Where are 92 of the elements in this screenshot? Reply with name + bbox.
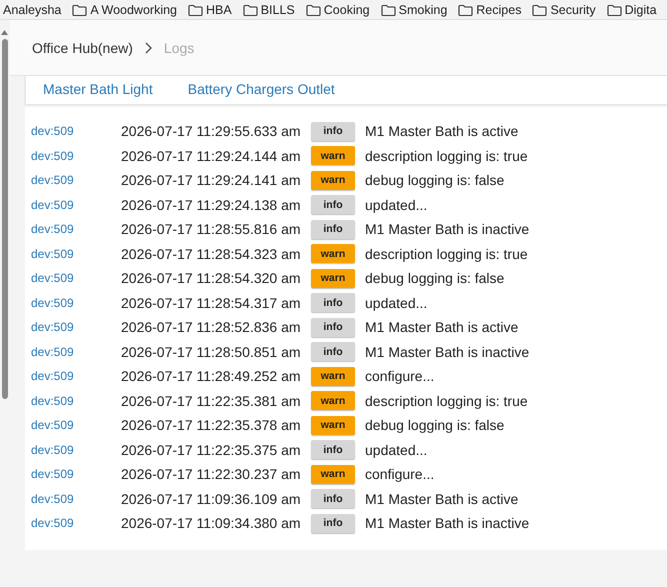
log-level-badge: warn: [311, 464, 355, 484]
folder-icon: [242, 4, 258, 16]
log-message: description logging is: true: [365, 392, 528, 409]
log-timestamp: 2026-07-17 11:28:54.320 am: [121, 270, 302, 286]
bookmark[interactable]: Cooking: [306, 2, 370, 16]
device-id-link[interactable]: dev:509: [25, 124, 121, 138]
log-timestamp: 2026-07-17 11:09:36.109 am: [121, 490, 302, 507]
device-id-link[interactable]: dev:509: [25, 442, 121, 457]
chevron-right-icon: [144, 42, 152, 54]
folder-icon: [188, 4, 203, 16]
log-timestamp: 2026-07-17 11:22:35.381 am: [121, 392, 302, 409]
folder-icon: [458, 4, 474, 16]
device-id-link[interactable]: dev:509: [25, 198, 121, 212]
log-message: M1 Master Bath is active: [365, 319, 518, 336]
log-message: configure...: [365, 368, 434, 384]
log-message: debug logging is: false: [365, 172, 504, 188]
log-level-badge: info: [311, 514, 355, 533]
device-id-link[interactable]: dev:509: [25, 467, 121, 482]
log-timestamp: 2026-07-17 11:28:49.252 am: [121, 368, 302, 384]
log-message: debug logging is: false: [365, 270, 504, 286]
log-message: updated...: [365, 442, 428, 458]
log-level-badge: warn: [311, 366, 355, 386]
log-level-badge: warn: [311, 170, 355, 190]
log-timestamp: 2026-07-17 11:28:52.836 am: [121, 319, 302, 336]
breadcrumb-current: Logs: [164, 40, 194, 56]
log-level-badge: warn: [311, 416, 355, 435]
device-link[interactable]: Battery Chargers Outlet: [188, 81, 335, 97]
log-level-badge: info: [311, 293, 355, 312]
log-level-badge: info: [311, 220, 355, 239]
log-timestamp: 2026-07-17 11:28:54.317 am: [121, 294, 302, 311]
device-id-link[interactable]: dev:509: [25, 369, 121, 384]
log-message: M1 Master Bath is inactive: [365, 344, 530, 360]
log-level-badge: info: [311, 489, 355, 508]
bookmark[interactable]: Digita: [606, 2, 657, 16]
device-id-link[interactable]: dev:509: [25, 296, 121, 310]
log-message: description logging is: true: [365, 148, 528, 164]
device-link[interactable]: Master Bath Light: [43, 81, 153, 97]
log-timestamp: 2026-07-17 11:28:54.323 am: [121, 246, 302, 262]
folder-icon: [606, 4, 622, 16]
device-id-link[interactable]: dev:509: [25, 222, 121, 236]
bookmark[interactable]: Smoking: [380, 2, 448, 16]
log-timestamp: 2026-07-17 11:22:35.375 am: [121, 442, 302, 458]
device-id-link[interactable]: dev:509: [25, 148, 121, 163]
log-level-badge: warn: [311, 268, 355, 288]
log-level-badge: warn: [311, 391, 355, 410]
folder-icon: [380, 4, 396, 16]
log-level-badge: info: [311, 318, 355, 337]
device-id-link[interactable]: dev:509: [25, 173, 121, 188]
bookmark[interactable]: Security: [532, 2, 596, 16]
log-message: updated...: [365, 294, 428, 311]
log-message: M1 Master Bath is active: [365, 490, 518, 507]
log-timestamp: 2026-07-17 11:29:24.144 am: [121, 148, 302, 164]
bookmark[interactable]: A Woodworking: [72, 2, 177, 16]
folder-icon: [306, 4, 321, 16]
log-level-badge: info: [311, 122, 355, 141]
bookmark[interactable]: HBA: [188, 2, 232, 16]
scroll-up-icon[interactable]: [1, 30, 8, 35]
log-timestamp: 2026-07-17 11:22:30.237 am: [121, 466, 302, 482]
log-timestamp: 2026-07-17 11:09:34.380 am: [121, 515, 302, 532]
device-id-link[interactable]: dev:509: [25, 516, 121, 530]
log-level-badge: warn: [311, 146, 355, 166]
device-id-link[interactable]: dev:509: [25, 271, 121, 286]
device-id-link[interactable]: dev:509: [25, 394, 121, 408]
log-message: description logging is: true: [365, 246, 528, 262]
log-timestamp: 2026-07-17 11:29:55.633 am: [121, 123, 302, 140]
log-level-badge: info: [311, 342, 355, 362]
log-timestamp: 2026-07-17 11:29:24.141 am: [121, 172, 302, 188]
log-message: M1 Master Bath is inactive: [365, 515, 530, 532]
log-message: debug logging is: false: [365, 417, 504, 434]
bookmark[interactable]: Analeysha: [3, 2, 62, 16]
log-level-badge: warn: [311, 244, 355, 264]
device-id-link[interactable]: dev:509: [25, 344, 121, 359]
device-id-link[interactable]: dev:509: [25, 418, 121, 432]
log-level-badge: info: [311, 440, 355, 460]
device-id-link[interactable]: dev:509: [25, 320, 121, 334]
folder-icon: [72, 4, 88, 16]
log-message: configure...: [365, 466, 434, 482]
log-timestamp: 2026-07-17 11:28:50.851 am: [121, 344, 302, 360]
scrollbar-thumb[interactable]: [2, 39, 8, 399]
device-id-link[interactable]: dev:509: [25, 246, 121, 261]
log-timestamp: 2026-07-17 11:28:55.816 am: [121, 221, 302, 238]
bookmark[interactable]: Recipes: [458, 2, 522, 16]
device-id-link[interactable]: dev:509: [25, 492, 121, 506]
log-message: M1 Master Bath is active: [365, 123, 518, 140]
breadcrumb-link[interactable]: Office Hub(new): [32, 40, 133, 56]
log-message: updated...: [365, 196, 428, 213]
log-timestamp: 2026-07-17 11:22:35.378 am: [121, 417, 302, 434]
log-level-badge: info: [311, 195, 355, 214]
folder-icon: [532, 4, 548, 16]
log-message: M1 Master Bath is inactive: [365, 221, 530, 238]
bookmark[interactable]: BILLS: [242, 2, 295, 16]
log-timestamp: 2026-07-17 11:29:24.138 am: [121, 196, 302, 213]
